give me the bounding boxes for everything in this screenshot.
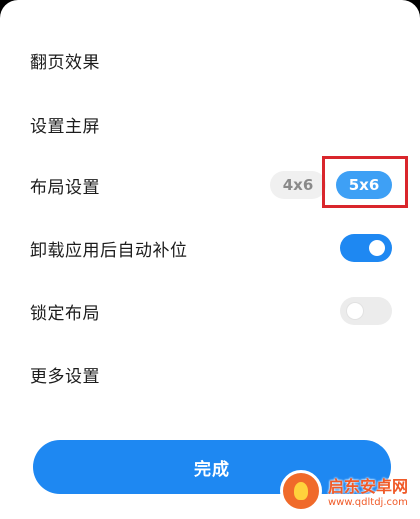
auto-fill-toggle[interactable] [340, 234, 392, 262]
set-home-screen-row[interactable]: 设置主屏 [0, 94, 420, 154]
lock-layout-toggle[interactable] [340, 297, 392, 325]
highlight-annotation-box [322, 156, 408, 208]
toggle-knob [347, 303, 363, 319]
more-settings-row[interactable]: 更多设置 [0, 344, 420, 404]
more-settings-label: 更多设置 [30, 366, 100, 387]
auto-fill-after-uninstall-row: 卸载应用后自动补位 [0, 218, 420, 278]
set-home-screen-label: 设置主屏 [30, 116, 100, 137]
watermark-logo-icon [280, 469, 322, 512]
auto-fill-after-uninstall-label: 卸载应用后自动补位 [30, 240, 188, 261]
page-turn-effect-row[interactable]: 翻页效果 [0, 30, 420, 90]
watermark: 启东安卓网 www.qdltdj.com [280, 462, 420, 519]
watermark-title: 启东安卓网 [328, 477, 409, 496]
layout-settings-label: 布局设置 [30, 177, 100, 198]
page-turn-effect-label: 翻页效果 [30, 52, 100, 73]
lock-layout-label: 锁定布局 [30, 303, 100, 324]
watermark-url: www.qdltdj.com [328, 497, 408, 508]
toggle-knob [369, 240, 385, 256]
lock-layout-row: 锁定布局 [0, 281, 420, 341]
desktop-settings-sheet: 翻页效果 设置主屏 布局设置 4x6 5x6 卸载应用后自动补位 锁定布局 更多… [0, 0, 420, 519]
layout-option-4x6[interactable]: 4x6 [270, 171, 326, 199]
